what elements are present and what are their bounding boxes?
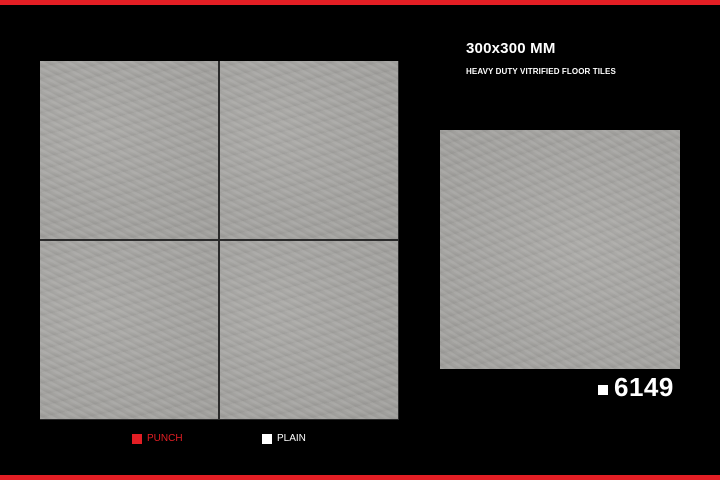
tile-layout-preview bbox=[40, 61, 399, 420]
tile-bottom-right bbox=[220, 241, 398, 419]
tile-top-left bbox=[40, 61, 218, 239]
bullet-square-icon bbox=[598, 385, 608, 395]
product-code-text: 6149 bbox=[614, 371, 674, 402]
tile-top-right bbox=[220, 61, 398, 239]
legend-punch: PUNCH bbox=[132, 433, 183, 444]
single-tile-preview bbox=[440, 130, 680, 369]
legend-punch-label: PUNCH bbox=[147, 433, 183, 444]
tile-size-title: 300x300 MM bbox=[466, 40, 556, 57]
legend-plain-label: PLAIN bbox=[277, 433, 306, 444]
punch-swatch-icon bbox=[132, 433, 142, 444]
top-accent-bar bbox=[0, 0, 720, 5]
plain-swatch-icon bbox=[262, 433, 272, 444]
product-code: 6149 bbox=[598, 370, 674, 404]
tile-description: HEAVY DUTY VITRIFIED FLOOR TILES bbox=[466, 67, 616, 76]
tile-bottom-left bbox=[40, 241, 218, 419]
bottom-accent-bar bbox=[0, 475, 720, 480]
legend-plain: PLAIN bbox=[262, 433, 306, 444]
